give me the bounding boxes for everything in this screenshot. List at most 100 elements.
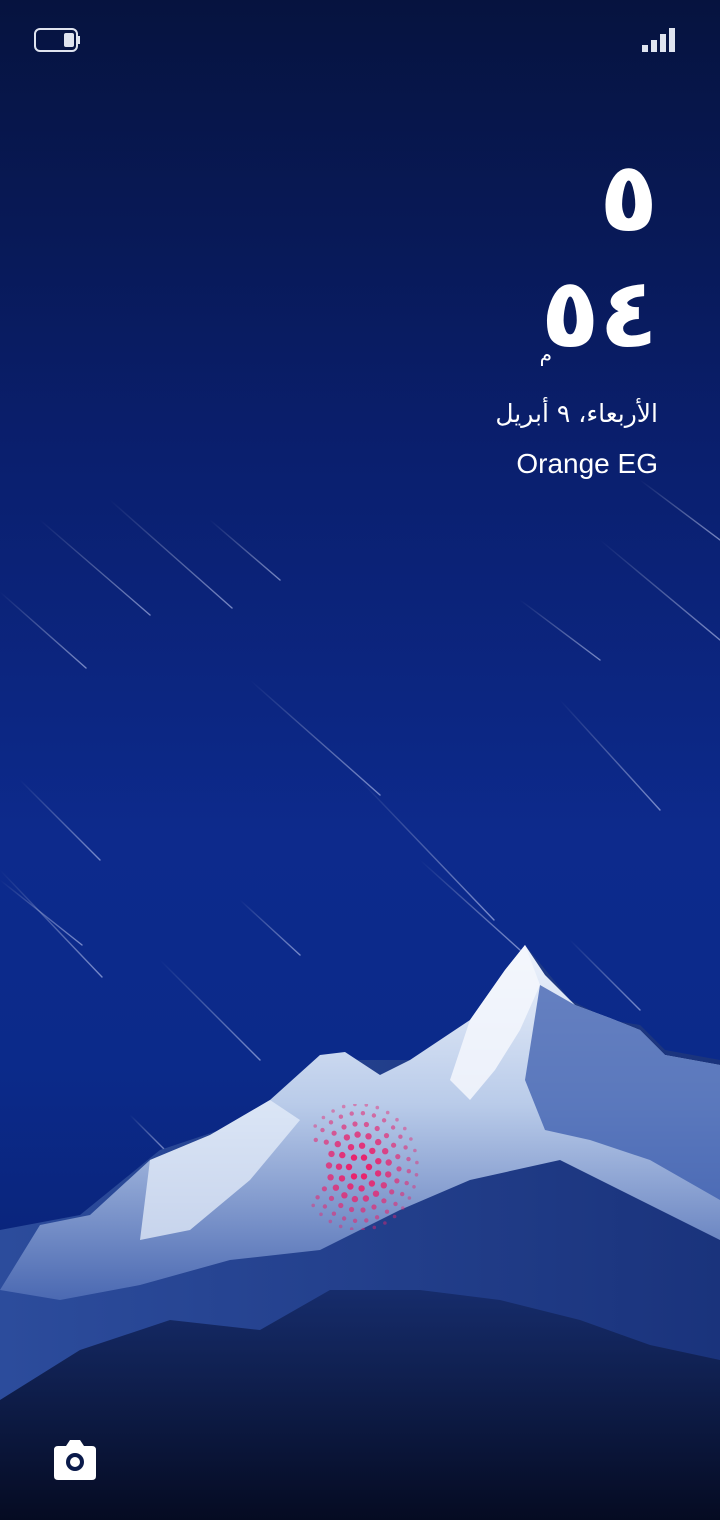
fingerprint-dot <box>338 1114 344 1119</box>
clock-minute: ٥٤ <box>540 257 658 369</box>
fingerprint-dot <box>353 1104 357 1107</box>
fingerprint-dot <box>360 1173 368 1180</box>
fingerprint-dot <box>341 1124 347 1130</box>
fingerprint-dot <box>320 1127 325 1133</box>
fingerprint-dot <box>409 1137 413 1141</box>
fingerprint-dot <box>391 1142 397 1148</box>
fingerprint-dot <box>369 1147 376 1155</box>
fingerprint-dot <box>385 1159 392 1166</box>
fingerprint-dot <box>406 1156 411 1162</box>
fingerprint-dot <box>393 1201 398 1207</box>
fingerprint-dot <box>375 1138 382 1146</box>
fingerprint-dot <box>352 1218 358 1223</box>
fingerprint-dot <box>390 1125 396 1130</box>
fingerprint-dot <box>389 1189 395 1195</box>
fingerprint-dot <box>403 1145 408 1150</box>
fingerprint-dot <box>374 1170 382 1177</box>
fingerprint-dot <box>335 1163 343 1170</box>
fingerprint-dot <box>380 1182 387 1189</box>
fingerprint-dot <box>328 1120 334 1125</box>
fingerprint-dot <box>395 1117 399 1122</box>
fingerprint-dot <box>406 1169 411 1174</box>
clock-hour: ٥ <box>599 141 658 253</box>
lock-screen[interactable]: ٥ ٥٤ م الأربعاء، ٩ أبريل Orange EG <box>0 0 720 1520</box>
fingerprint-dot <box>382 1148 389 1155</box>
fingerprint-dot <box>403 1126 407 1131</box>
camera-icon[interactable] <box>50 1436 100 1482</box>
fingerprint-dot <box>350 1154 358 1161</box>
fingerprint-icon[interactable] <box>296 1104 422 1230</box>
fingerprint-dot <box>360 1154 368 1161</box>
fingerprint-dot <box>358 1185 365 1192</box>
fingerprint-dot <box>396 1166 402 1172</box>
fingerprint-dot <box>381 1198 387 1204</box>
fingerprint-dot <box>341 1104 346 1109</box>
fingerprint-dot <box>394 1178 400 1184</box>
fingerprint-dot <box>375 1158 382 1165</box>
fingerprint-dot <box>414 1173 419 1177</box>
fingerprint-dot <box>361 1227 365 1230</box>
fingerprint-dot <box>331 1130 337 1136</box>
fingerprint-dot <box>385 1171 392 1178</box>
fingerprint-dot <box>311 1203 315 1208</box>
fingerprint-dot <box>392 1214 397 1219</box>
fingerprint-dot <box>360 1111 366 1116</box>
fingerprint-dot <box>334 1140 341 1148</box>
fingerprint-dot <box>383 1133 390 1139</box>
fingerprint-dot <box>345 1163 353 1171</box>
fingerprint-dot <box>375 1105 380 1110</box>
fingerprint-dot <box>313 1137 318 1143</box>
fingerprint-dot <box>349 1206 355 1213</box>
carrier-name: Orange EG <box>516 448 658 479</box>
fingerprint-dot <box>321 1115 326 1120</box>
fingerprint-dot <box>313 1124 317 1128</box>
fingerprint-dot <box>354 1131 361 1138</box>
fingerprint-dot <box>395 1154 401 1160</box>
fingerprint-dot <box>325 1162 333 1169</box>
fingerprint-dot <box>328 1195 335 1201</box>
fingerprint-dot <box>332 1184 340 1191</box>
fingerprint-dot <box>371 1113 377 1118</box>
fingerprint-dot <box>343 1134 351 1141</box>
fingerprint-dot <box>383 1221 387 1225</box>
fingerprint-dot <box>412 1185 416 1189</box>
fingerprint-dot <box>381 1118 387 1123</box>
fingerprint-dot <box>398 1134 403 1139</box>
fingerprint-dot <box>365 1163 373 1171</box>
fingerprint-dot <box>338 1202 344 1209</box>
fingerprint-dot <box>338 1224 343 1229</box>
fingerprint-dot <box>331 1211 337 1216</box>
fingerprint-dot <box>315 1195 320 1200</box>
fingerprint-dot <box>349 1111 354 1116</box>
fingerprint-dot <box>347 1144 355 1151</box>
fingerprint-dot <box>368 1180 376 1187</box>
battery-icon <box>34 28 80 52</box>
fingerprint-dot <box>400 1191 405 1197</box>
fingerprint-dot <box>341 1216 347 1221</box>
fingerprint-dot <box>365 1133 372 1140</box>
fingerprint-dot <box>358 1142 366 1149</box>
fingerprint-dot <box>404 1180 409 1186</box>
fingerprint-dot <box>371 1204 377 1210</box>
fingerprint-dot <box>374 1125 380 1132</box>
fingerprint-dot <box>374 1215 380 1220</box>
status-bar <box>0 0 720 80</box>
fingerprint-dot <box>413 1148 417 1153</box>
fingerprint-dot <box>372 1190 380 1197</box>
fingerprint-dot <box>350 1173 358 1180</box>
fingerprint-dot <box>364 1218 369 1223</box>
fingerprint-dot <box>385 1110 390 1115</box>
fingerprint-dot <box>384 1209 390 1214</box>
date-text: الأربعاء، ٩ أبريل <box>495 399 658 428</box>
fingerprint-dot <box>360 1207 366 1213</box>
fingerprint-dot <box>321 1186 327 1192</box>
clock-period: م <box>539 342 552 366</box>
fingerprint-dot <box>339 1151 346 1159</box>
fingerprint-dot <box>351 1195 359 1203</box>
fingerprint-dot <box>407 1196 412 1200</box>
fingerprint-dot <box>401 1206 405 1210</box>
fingerprint-dot <box>328 1219 333 1224</box>
fingerprint-dot <box>364 1104 369 1107</box>
fingerprint-dot <box>328 1150 335 1158</box>
fingerprint-dot <box>338 1175 346 1182</box>
